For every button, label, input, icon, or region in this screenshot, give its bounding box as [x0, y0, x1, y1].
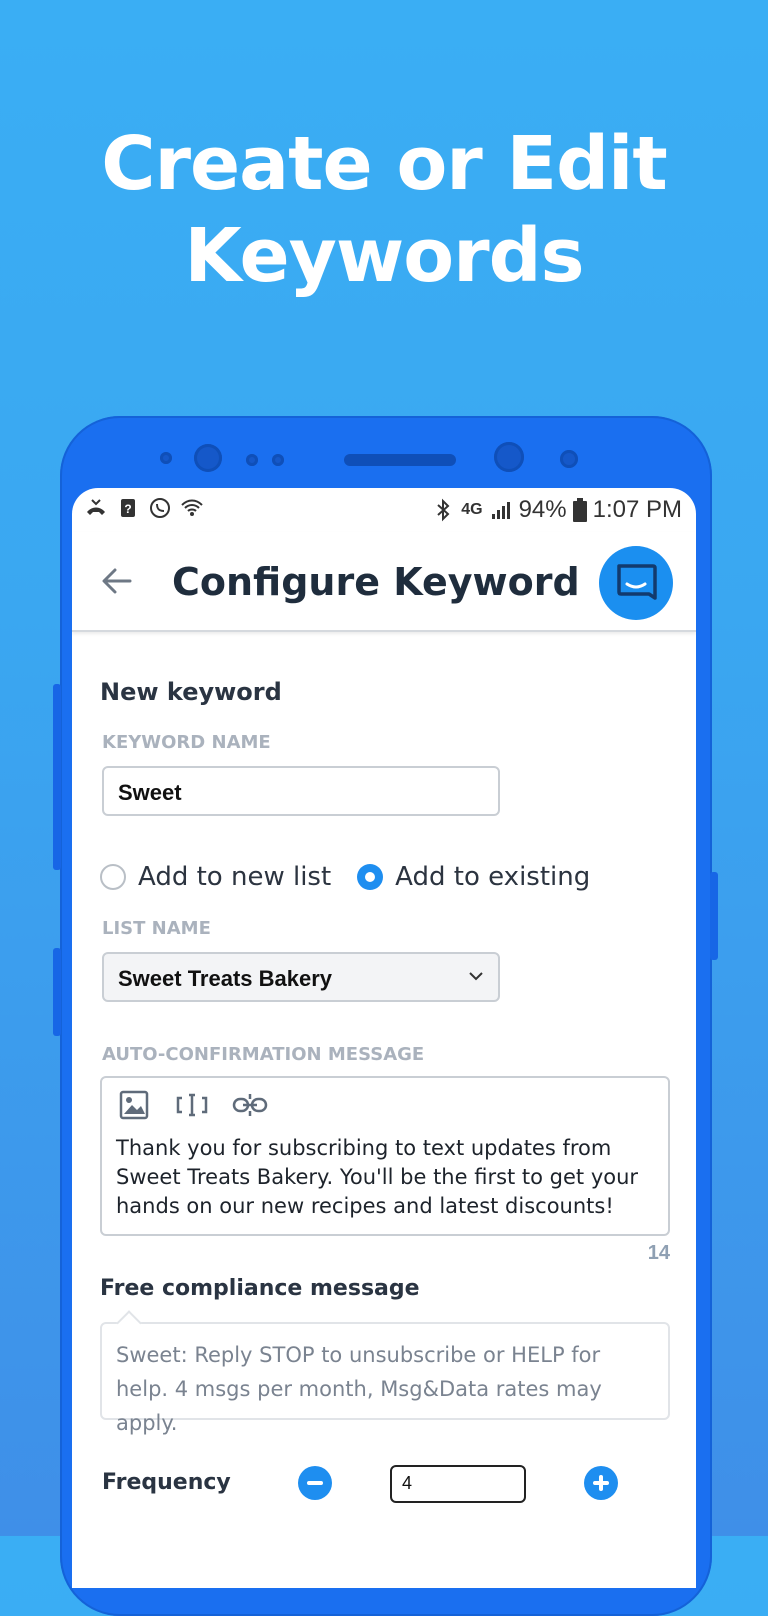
frequency-value: 4 [402, 1473, 413, 1493]
wifi-icon [181, 499, 203, 516]
headline: Create or Edit Keywords [0, 118, 768, 302]
unknown-app-icon: ? [121, 499, 135, 517]
compliance-title: Free compliance message [100, 1276, 420, 1301]
phone-sensor-icon [246, 454, 258, 466]
list-option-radios: Add to new list Add to existing [100, 862, 590, 892]
chat-button[interactable] [599, 546, 673, 620]
auto-confirmation-textarea[interactable]: Thank you for subscribing to text update… [100, 1076, 670, 1236]
keyword-name-label: KEYWORD NAME [102, 732, 271, 753]
compliance-message-box: Sweet: Reply STOP to unsubscribe or HELP… [100, 1322, 670, 1435]
keyword-name-value: Sweet [118, 780, 182, 805]
phone-sensor-icon [272, 454, 284, 466]
phone-camera-icon [194, 444, 222, 472]
frequency-input[interactable]: 4 [390, 1465, 526, 1503]
phone-side-button [53, 684, 61, 870]
bluetooth-icon [437, 498, 450, 522]
character-counter: 14 [647, 1242, 670, 1264]
plus-icon-v [599, 1475, 603, 1491]
status-left-icons: ? [84, 496, 204, 520]
frequency-label: Frequency [102, 1470, 231, 1495]
keyword-name-input[interactable]: Sweet [102, 766, 500, 816]
radio-add-new-list[interactable] [100, 864, 126, 890]
battery-icon [572, 498, 587, 522]
phone-speaker [344, 454, 456, 466]
insert-field-icon[interactable] [174, 1090, 210, 1120]
phone-screen: ? 4G 94% 1:07 PM Configure Keyword New k… [72, 488, 696, 1588]
phone-side-button [53, 948, 61, 1036]
chevron-down-icon [469, 972, 483, 981]
phone-power-button [710, 872, 718, 960]
missed-call-icon [87, 499, 105, 515]
clock: 1:07 PM [592, 496, 682, 523]
frequency-increment-button[interactable] [584, 1466, 618, 1500]
list-name-value: Sweet Treats Bakery [118, 966, 333, 991]
list-name-select[interactable]: Sweet Treats Bakery [102, 952, 500, 1002]
app-bar: Configure Keyword [72, 532, 696, 632]
phone-sensor-icon [160, 452, 172, 464]
headline-line1: Create or Edit [101, 121, 668, 207]
page-title: Configure Keyword [172, 560, 580, 604]
whatsapp-icon [150, 498, 170, 518]
status-bar: ? 4G 94% 1:07 PM [72, 488, 696, 532]
minus-icon [307, 1481, 323, 1485]
svg-text:?: ? [124, 502, 131, 516]
back-arrow-icon[interactable] [100, 564, 134, 598]
headline-line2: Keywords [184, 213, 584, 299]
network-type: 4G [461, 501, 483, 518]
radio-add-existing-label[interactable]: Add to existing [395, 862, 590, 892]
link-icon[interactable] [232, 1090, 268, 1120]
frequency-decrement-button[interactable] [298, 1466, 332, 1500]
auto-confirmation-label: AUTO-CONFIRMATION MESSAGE [102, 1044, 425, 1065]
chat-icon [617, 564, 657, 600]
section-title: New keyword [100, 678, 282, 706]
image-icon[interactable] [116, 1090, 152, 1120]
phone-sensor-icon [560, 450, 578, 468]
auto-confirmation-text: Thank you for subscribing to text update… [116, 1136, 639, 1218]
status-right: 4G 94% 1:07 PM [431, 496, 682, 524]
radio-add-new-list-label[interactable]: Add to new list [138, 862, 331, 892]
battery-percent: 94% [518, 496, 567, 523]
phone-front-camera-icon [494, 442, 524, 472]
compliance-text: Sweet: Reply STOP to unsubscribe or HELP… [116, 1343, 602, 1435]
radio-add-existing[interactable] [357, 864, 384, 890]
message-toolbar [116, 1090, 268, 1120]
signal-icon [491, 502, 510, 519]
list-name-label: LIST NAME [102, 918, 211, 939]
